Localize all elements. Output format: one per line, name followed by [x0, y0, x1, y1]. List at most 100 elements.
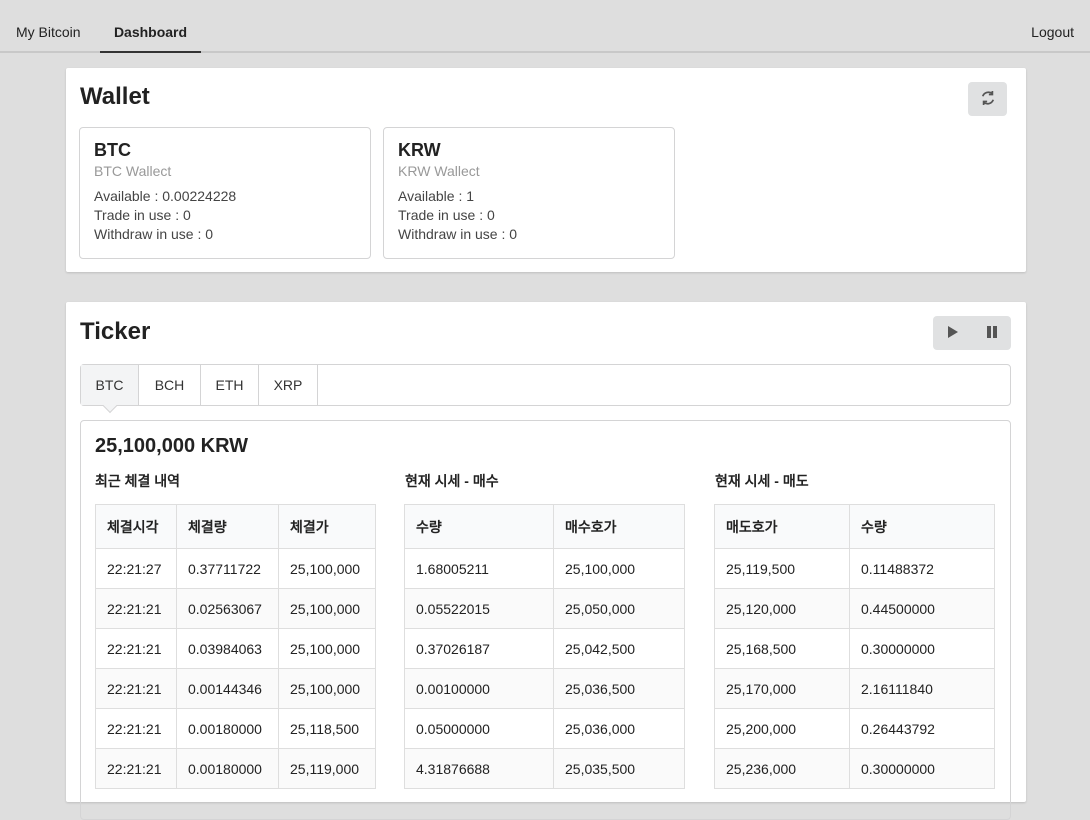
wallet-title: Wallet: [80, 83, 150, 110]
table-cell: 0.00144346: [176, 668, 279, 709]
krw-available: Available : 1: [398, 188, 475, 204]
ticker-panel: 25,100,000 KRW 최근 체결 내역 현재 시세 - 매수 현재 시세…: [80, 420, 1011, 820]
table-header: 체결량: [176, 504, 279, 549]
table-cell: 25,035,500: [553, 748, 685, 789]
btc-wallet-box: BTC BTC Wallect Available : 0.00224228 T…: [79, 127, 371, 259]
table-row: 25,200,000 0.26443792: [714, 708, 995, 749]
table-row: 0.00100000 25,036,500: [404, 668, 685, 709]
table-row: 0.05000000 25,036,000: [404, 708, 685, 749]
table-cell: 22:21:21: [95, 708, 177, 749]
logout-link[interactable]: Logout: [1031, 0, 1074, 53]
table-row: 1.68005211 25,100,000: [404, 548, 685, 589]
btc-trade-in-use: Trade in use : 0: [94, 207, 191, 223]
play-icon: [947, 325, 959, 341]
ticker-card: Ticker BTC BCH ETH XRP 25,100,000 KRW 최근…: [66, 302, 1026, 820]
table-row: 22:21:21 0.03984063 25,100,000: [95, 628, 376, 669]
table-cell: 0.05000000: [404, 708, 554, 749]
table-cell: 1.68005211: [404, 548, 554, 589]
table-cell: 0.02563067: [176, 588, 279, 629]
table-cell: 0.37026187: [404, 628, 554, 669]
table-cell: 0.03984063: [176, 628, 279, 669]
table-cell: 25,100,000: [278, 588, 376, 629]
table-row: 25,119,500 0.11488372: [714, 548, 995, 589]
pause-icon: [986, 325, 998, 341]
table-cell: 0.30000000: [849, 748, 995, 789]
table-row: 25,236,000 0.30000000: [714, 748, 995, 789]
btc-wallet-subtitle: BTC Wallect: [94, 163, 172, 179]
btc-withdraw-in-use: Withdraw in use : 0: [94, 226, 214, 242]
table-cell: 25,100,000: [278, 668, 376, 709]
table-cell: 25,119,000: [278, 748, 376, 789]
table-cell: 0.00180000: [176, 708, 279, 749]
refresh-button[interactable]: [968, 82, 1007, 116]
table-cell: 22:21:21: [95, 668, 177, 709]
table-header: 체결가: [278, 504, 376, 549]
table-row: 22:21:21 0.02563067 25,100,000: [95, 588, 376, 629]
btc-available: Available : 0.00224228: [94, 188, 237, 204]
bids-table: 수량 매수호가 1.68005211 25,100,000 0.05522015 2…: [404, 504, 685, 789]
table-cell: 4.31876688: [404, 748, 554, 789]
recent-trades-title: 최근 체결 내역: [95, 473, 181, 489]
table-row: 0.37026187 25,042,500: [404, 628, 685, 669]
table-row: 4.31876688 25,035,500: [404, 748, 685, 789]
krw-wallet-title: KRW: [398, 140, 441, 160]
table-cell: 22:21:27: [95, 548, 177, 589]
pause-button[interactable]: [972, 316, 1011, 350]
table-cell: 25,119,500: [714, 548, 850, 589]
table-cell: 0.11488372: [849, 548, 995, 589]
table-header: 수량: [404, 504, 554, 549]
table-row: 22:21:27 0.37711722 25,100,000: [95, 548, 376, 589]
ticker-title: Ticker: [80, 318, 151, 345]
table-row: 25,170,000 2.16111840: [714, 668, 995, 709]
current-price: 25,100,000 KRW: [95, 435, 249, 457]
table-header: 수량: [849, 504, 995, 549]
table-row: 22:21:21 0.00144346 25,100,000: [95, 668, 376, 709]
coin-tabs: BTC BCH ETH XRP: [80, 364, 1011, 414]
nav-brand[interactable]: My Bitcoin: [16, 0, 81, 53]
table-cell: 22:21:21: [95, 628, 177, 669]
krw-wallet-subtitle: KRW Wallect: [398, 163, 480, 179]
table-cell: 22:21:21: [95, 588, 177, 629]
table-cell: 2.16111840: [849, 668, 995, 709]
tab-eth[interactable]: ETH: [201, 365, 259, 405]
nav-dashboard[interactable]: Dashboard: [100, 0, 201, 53]
btc-wallet-title: BTC: [94, 140, 131, 160]
refresh-icon: [981, 90, 995, 108]
table-cell: 25,200,000: [714, 708, 850, 749]
table-cell: 25,100,000: [553, 548, 685, 589]
asks-title: 현재 시세 - 매도: [715, 473, 809, 489]
recent-trades-table: 체결시각 체결량 체결가 22:21:27 0.37711722 25,100,00…: [95, 504, 376, 789]
krw-wallet-box: KRW KRW Wallect Available : 1 Trade in u…: [383, 127, 675, 259]
table-cell: 25,050,000: [553, 588, 685, 629]
table-cell: 0.44500000: [849, 588, 995, 629]
table-header: 매도호가: [714, 504, 850, 549]
ticker-controls: [933, 316, 1011, 350]
krw-withdraw-in-use: Withdraw in use : 0: [398, 226, 518, 242]
table-cell: 25,168,500: [714, 628, 850, 669]
table-row: 25,120,000 0.44500000: [714, 588, 995, 629]
tab-bch[interactable]: BCH: [139, 365, 201, 405]
top-nav: My Bitcoin Dashboard Logout: [0, 0, 1090, 53]
table-row: 22:21:21 0.00180000 25,119,000: [95, 748, 376, 789]
wallet-card: Wallet BTC BTC Wallect Available : 0.002…: [66, 68, 1026, 272]
table-cell: 0.05522015: [404, 588, 554, 629]
table-cell: 0.37711722: [176, 548, 279, 589]
play-button[interactable]: [933, 316, 972, 350]
table-cell: 25,118,500: [278, 708, 376, 749]
bids-title: 현재 시세 - 매수: [405, 473, 499, 489]
table-row: 25,168,500 0.30000000: [714, 628, 995, 669]
table-cell: 25,100,000: [278, 628, 376, 669]
table-cell: 25,120,000: [714, 588, 850, 629]
table-cell: 0.00100000: [404, 668, 554, 709]
asks-table: 매도호가 수량 25,119,500 0.11488372 25,120,000 0…: [714, 504, 995, 789]
tab-xrp[interactable]: XRP: [259, 365, 318, 405]
table-cell: 22:21:21: [95, 748, 177, 789]
table-cell: 25,236,000: [714, 748, 850, 789]
table-cell: 25,170,000: [714, 668, 850, 709]
table-cell: 0.30000000: [849, 628, 995, 669]
table-header: 체결시각: [95, 504, 177, 549]
table-row: 0.05522015 25,050,000: [404, 588, 685, 629]
table-cell: 25,036,500: [553, 668, 685, 709]
table-cell: 25,036,000: [553, 708, 685, 749]
table-cell: 25,042,500: [553, 628, 685, 669]
